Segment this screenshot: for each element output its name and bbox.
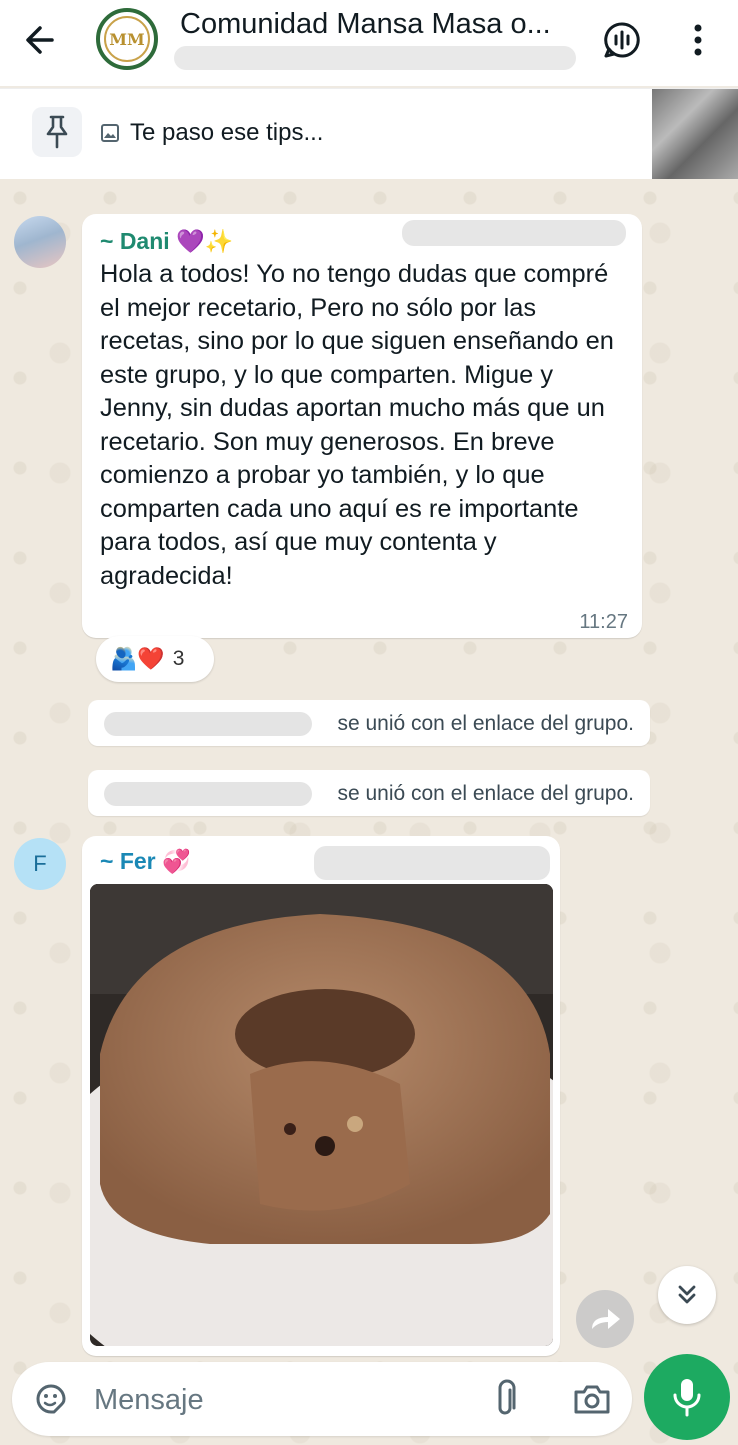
group-avatar-logo: MM [104,16,150,62]
pin-button[interactable] [32,107,82,157]
sender-avatar-fer[interactable]: F [14,838,66,890]
chat-header: MM Comunidad Mansa Masa o... [0,0,738,86]
forward-button[interactable] [576,1290,634,1348]
voice-message-button[interactable] [644,1354,730,1440]
message-text: Hola a todos! Yo no tengo dudas que comp… [100,260,614,590]
pinned-message-thumbnail[interactable] [652,89,738,179]
message-time: 11:27 [579,611,628,633]
message-composer [12,1362,632,1436]
image-icon [101,124,119,142]
camera-icon [574,1385,610,1414]
joined-user-redacted [104,712,312,736]
system-message: se unió con el enlace del grupo. [88,770,650,816]
pinned-message-bar[interactable]: Te paso ese tips... [0,88,738,179]
more-vert-icon [694,24,702,56]
sender-phone-redacted [402,220,626,246]
voice-chat-button[interactable] [602,20,642,60]
voice-chat-icon [604,22,640,58]
mic-icon [673,1379,701,1417]
group-subtitle-redacted [174,46,576,70]
joined-user-redacted [104,782,312,806]
paperclip-icon [498,1379,516,1415]
sender-name[interactable]: ~ Fer 💞 [100,848,191,875]
camera-button[interactable] [572,1380,612,1418]
cake-image [90,884,553,1346]
system-message-text: se unió con el enlace del grupo. [337,712,634,735]
scroll-to-bottom-button[interactable] [658,1266,716,1324]
system-message-text: se unió con el enlace del grupo. [337,782,634,805]
system-message: se unió con el enlace del grupo. [88,700,650,746]
cake-photo[interactable] [90,884,553,1346]
message-bubble[interactable]: ~ Dani 💜✨ Hola a todos! Yo no tengo duda… [82,214,642,638]
pinned-message-preview[interactable]: Te paso ese tips... [100,119,323,147]
arrow-left-icon [26,26,54,54]
sender-avatar-dani[interactable] [14,216,66,268]
back-button[interactable] [22,22,66,58]
sticker-button[interactable] [32,1380,70,1418]
sender-name[interactable]: ~ Dani 💜✨ [100,228,233,255]
chevron-double-down-icon [678,1285,696,1304]
more-options-button[interactable] [684,20,712,60]
reaction-count: 3 [172,647,185,670]
message-input[interactable] [92,1374,476,1426]
attach-button[interactable] [488,1378,524,1420]
sticker-icon [36,1384,66,1414]
message-reactions[interactable]: 🫂❤️ 3 [96,636,214,682]
pinned-message-text: Te paso ese tips... [130,119,324,146]
sender-phone-redacted [314,846,550,880]
group-avatar[interactable]: MM [96,8,158,70]
pin-icon [46,115,68,149]
reaction-emojis: 🫂❤️ [110,646,165,671]
forward-icon [592,1309,620,1329]
image-message-bubble[interactable]: ~ Fer 💞 [82,836,560,1356]
group-title[interactable]: Comunidad Mansa Masa o... [180,8,551,41]
